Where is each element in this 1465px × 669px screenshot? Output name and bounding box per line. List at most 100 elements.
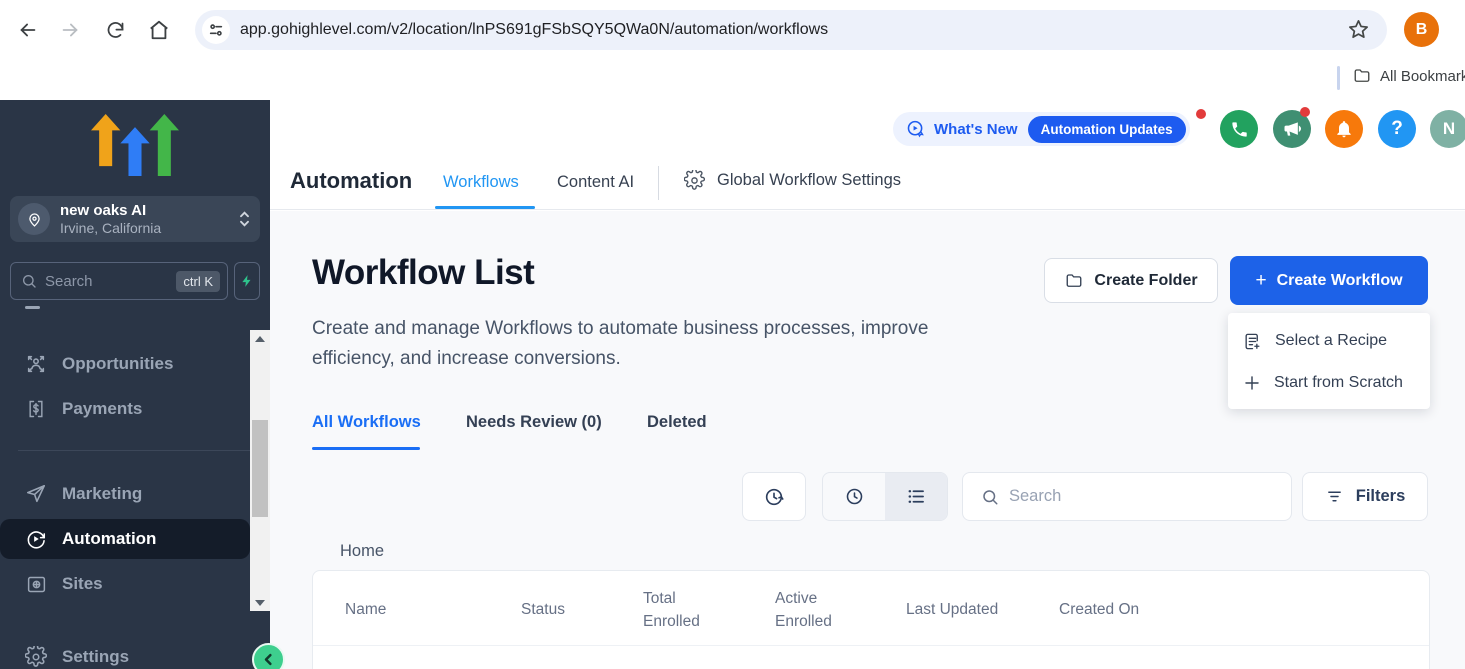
create-folder-label: Create Folder xyxy=(1094,272,1197,290)
all-bookmarks-button[interactable]: All Bookmarks xyxy=(1352,67,1465,85)
sidebar-divider xyxy=(18,450,250,451)
menu-item-start-from-scratch[interactable]: Start from Scratch xyxy=(1243,363,1415,403)
filter-icon xyxy=(1325,488,1344,505)
column-header-created-on: Created On xyxy=(1059,598,1139,621)
location-pin-icon xyxy=(18,203,50,235)
phone-button[interactable] xyxy=(1220,110,1258,148)
app-window: app.gohighlevel.com/v2/location/lnPS691g… xyxy=(0,0,1465,669)
sidebar-item-sites[interactable]: Sites xyxy=(0,564,250,604)
address-bar[interactable]: app.gohighlevel.com/v2/location/lnPS691g… xyxy=(195,10,1387,50)
breadcrumb-home[interactable]: Home xyxy=(340,542,384,561)
automation-updates-badge[interactable]: Automation Updates xyxy=(1028,116,1186,143)
create-workflow-label: Create Workflow xyxy=(1277,272,1403,290)
phone-icon xyxy=(1230,120,1249,139)
sidebar-collapse-button[interactable] xyxy=(252,643,285,669)
lightning-bolt-icon xyxy=(240,273,254,289)
create-workflow-button[interactable]: + Create Workflow xyxy=(1230,256,1428,305)
time-view-button[interactable] xyxy=(823,473,885,520)
forward-icon[interactable] xyxy=(57,17,83,43)
sidebar: new oaks AI Irvine, California Search ct… xyxy=(0,100,270,669)
bookmarks-divider xyxy=(1337,66,1340,90)
subtab-needs-review[interactable]: Needs Review (0) xyxy=(466,413,602,432)
clock-icon xyxy=(844,486,865,507)
workflow-table: Name Status Total Enrolled Active Enroll… xyxy=(312,570,1430,669)
column-header-name: Name xyxy=(345,598,386,621)
workflow-search-input[interactable]: Search xyxy=(962,472,1292,521)
whats-new-button[interactable]: What's New Automation Updates xyxy=(893,112,1190,146)
location-city: Irvine, California xyxy=(60,220,239,237)
filters-button[interactable]: Filters xyxy=(1302,472,1428,521)
execution-logs-button[interactable] xyxy=(742,472,806,521)
quick-actions-button[interactable] xyxy=(234,262,260,300)
whats-new-icon xyxy=(905,119,926,140)
home-icon[interactable] xyxy=(146,17,172,43)
list-icon xyxy=(906,486,927,507)
bookmarks-bar: All Bookmarks xyxy=(0,60,1465,100)
chevron-left-icon xyxy=(261,652,276,667)
list-view-button[interactable] xyxy=(885,473,947,520)
menu-item-label: Select a Recipe xyxy=(1275,332,1387,350)
column-header-active-enrolled: Active Enrolled xyxy=(775,587,859,633)
search-shortcut-badge: ctrl K xyxy=(176,271,220,292)
create-folder-button[interactable]: Create Folder xyxy=(1044,258,1218,303)
menu-item-label: Start from Scratch xyxy=(1274,374,1403,392)
sidebar-scrollbar[interactable] xyxy=(250,330,270,611)
opportunities-icon xyxy=(24,353,48,375)
truncated-menu-item-icon xyxy=(25,306,40,309)
folder-icon xyxy=(1352,67,1372,85)
recipe-file-icon xyxy=(1243,332,1262,351)
scrollbar-thumb[interactable] xyxy=(252,420,268,517)
notifications-button[interactable] xyxy=(1325,110,1363,148)
history-clock-icon xyxy=(763,486,785,508)
user-avatar[interactable]: N xyxy=(1430,110,1465,148)
bell-icon xyxy=(1334,119,1354,139)
browser-profile-avatar[interactable]: B xyxy=(1404,12,1439,47)
sidebar-item-label: Settings xyxy=(62,647,129,667)
sidebar-search-input[interactable]: Search ctrl K xyxy=(10,262,228,300)
sidebar-search-placeholder: Search xyxy=(45,273,176,290)
scrollbar-down-arrow[interactable] xyxy=(250,594,270,611)
sidebar-item-label: Payments xyxy=(62,399,142,419)
view-toggle xyxy=(822,472,948,521)
site-settings-icon[interactable] xyxy=(202,16,230,44)
header-divider xyxy=(658,166,659,200)
search-icon xyxy=(981,488,999,506)
scrollbar-up-arrow[interactable] xyxy=(250,330,270,347)
tab-workflows[interactable]: Workflows xyxy=(443,173,519,192)
subtab-all-workflows[interactable]: All Workflows xyxy=(312,413,421,432)
page-section-title: Automation xyxy=(290,168,412,194)
page-title: Workflow List xyxy=(312,253,534,293)
sidebar-item-marketing[interactable]: Marketing xyxy=(0,474,250,514)
sidebar-item-label: Sites xyxy=(62,574,103,594)
marketing-send-icon xyxy=(24,483,48,505)
tab-content-ai[interactable]: Content AI xyxy=(557,173,634,192)
sidebar-item-settings[interactable]: Settings xyxy=(0,637,250,669)
menu-item-select-recipe[interactable]: Select a Recipe xyxy=(1243,321,1415,361)
global-workflow-settings-button[interactable]: Global Workflow Settings xyxy=(684,170,901,191)
location-name: new oaks AI xyxy=(60,202,239,220)
location-selector[interactable]: new oaks AI Irvine, California xyxy=(10,196,260,242)
avatar-initial: N xyxy=(1443,119,1455,139)
active-tab-underline xyxy=(435,206,535,209)
sidebar-item-automation[interactable]: Automation xyxy=(0,519,250,559)
search-placeholder: Search xyxy=(1009,487,1061,506)
bookmark-star-icon[interactable] xyxy=(1345,16,1371,42)
whats-new-label: What's New xyxy=(934,121,1018,138)
column-header-status: Status xyxy=(521,598,565,621)
sidebar-item-label: Automation xyxy=(62,529,156,549)
notification-dot xyxy=(1300,107,1310,117)
chevron-up-down-icon xyxy=(239,211,250,227)
sidebar-item-label: Opportunities xyxy=(62,354,173,374)
back-icon[interactable] xyxy=(15,17,41,43)
table-header-divider xyxy=(313,645,1429,646)
help-button[interactable]: ? xyxy=(1378,110,1416,148)
sites-icon xyxy=(24,574,48,595)
global-workflow-settings-label: Global Workflow Settings xyxy=(717,171,901,190)
sidebar-item-payments[interactable]: Payments xyxy=(0,389,250,429)
all-bookmarks-label: All Bookmarks xyxy=(1380,68,1465,85)
sidebar-item-opportunities[interactable]: Opportunities xyxy=(0,344,250,384)
plus-icon xyxy=(1243,374,1261,392)
subtab-deleted[interactable]: Deleted xyxy=(647,413,707,432)
reload-icon[interactable] xyxy=(102,17,128,43)
gear-icon xyxy=(24,646,48,668)
